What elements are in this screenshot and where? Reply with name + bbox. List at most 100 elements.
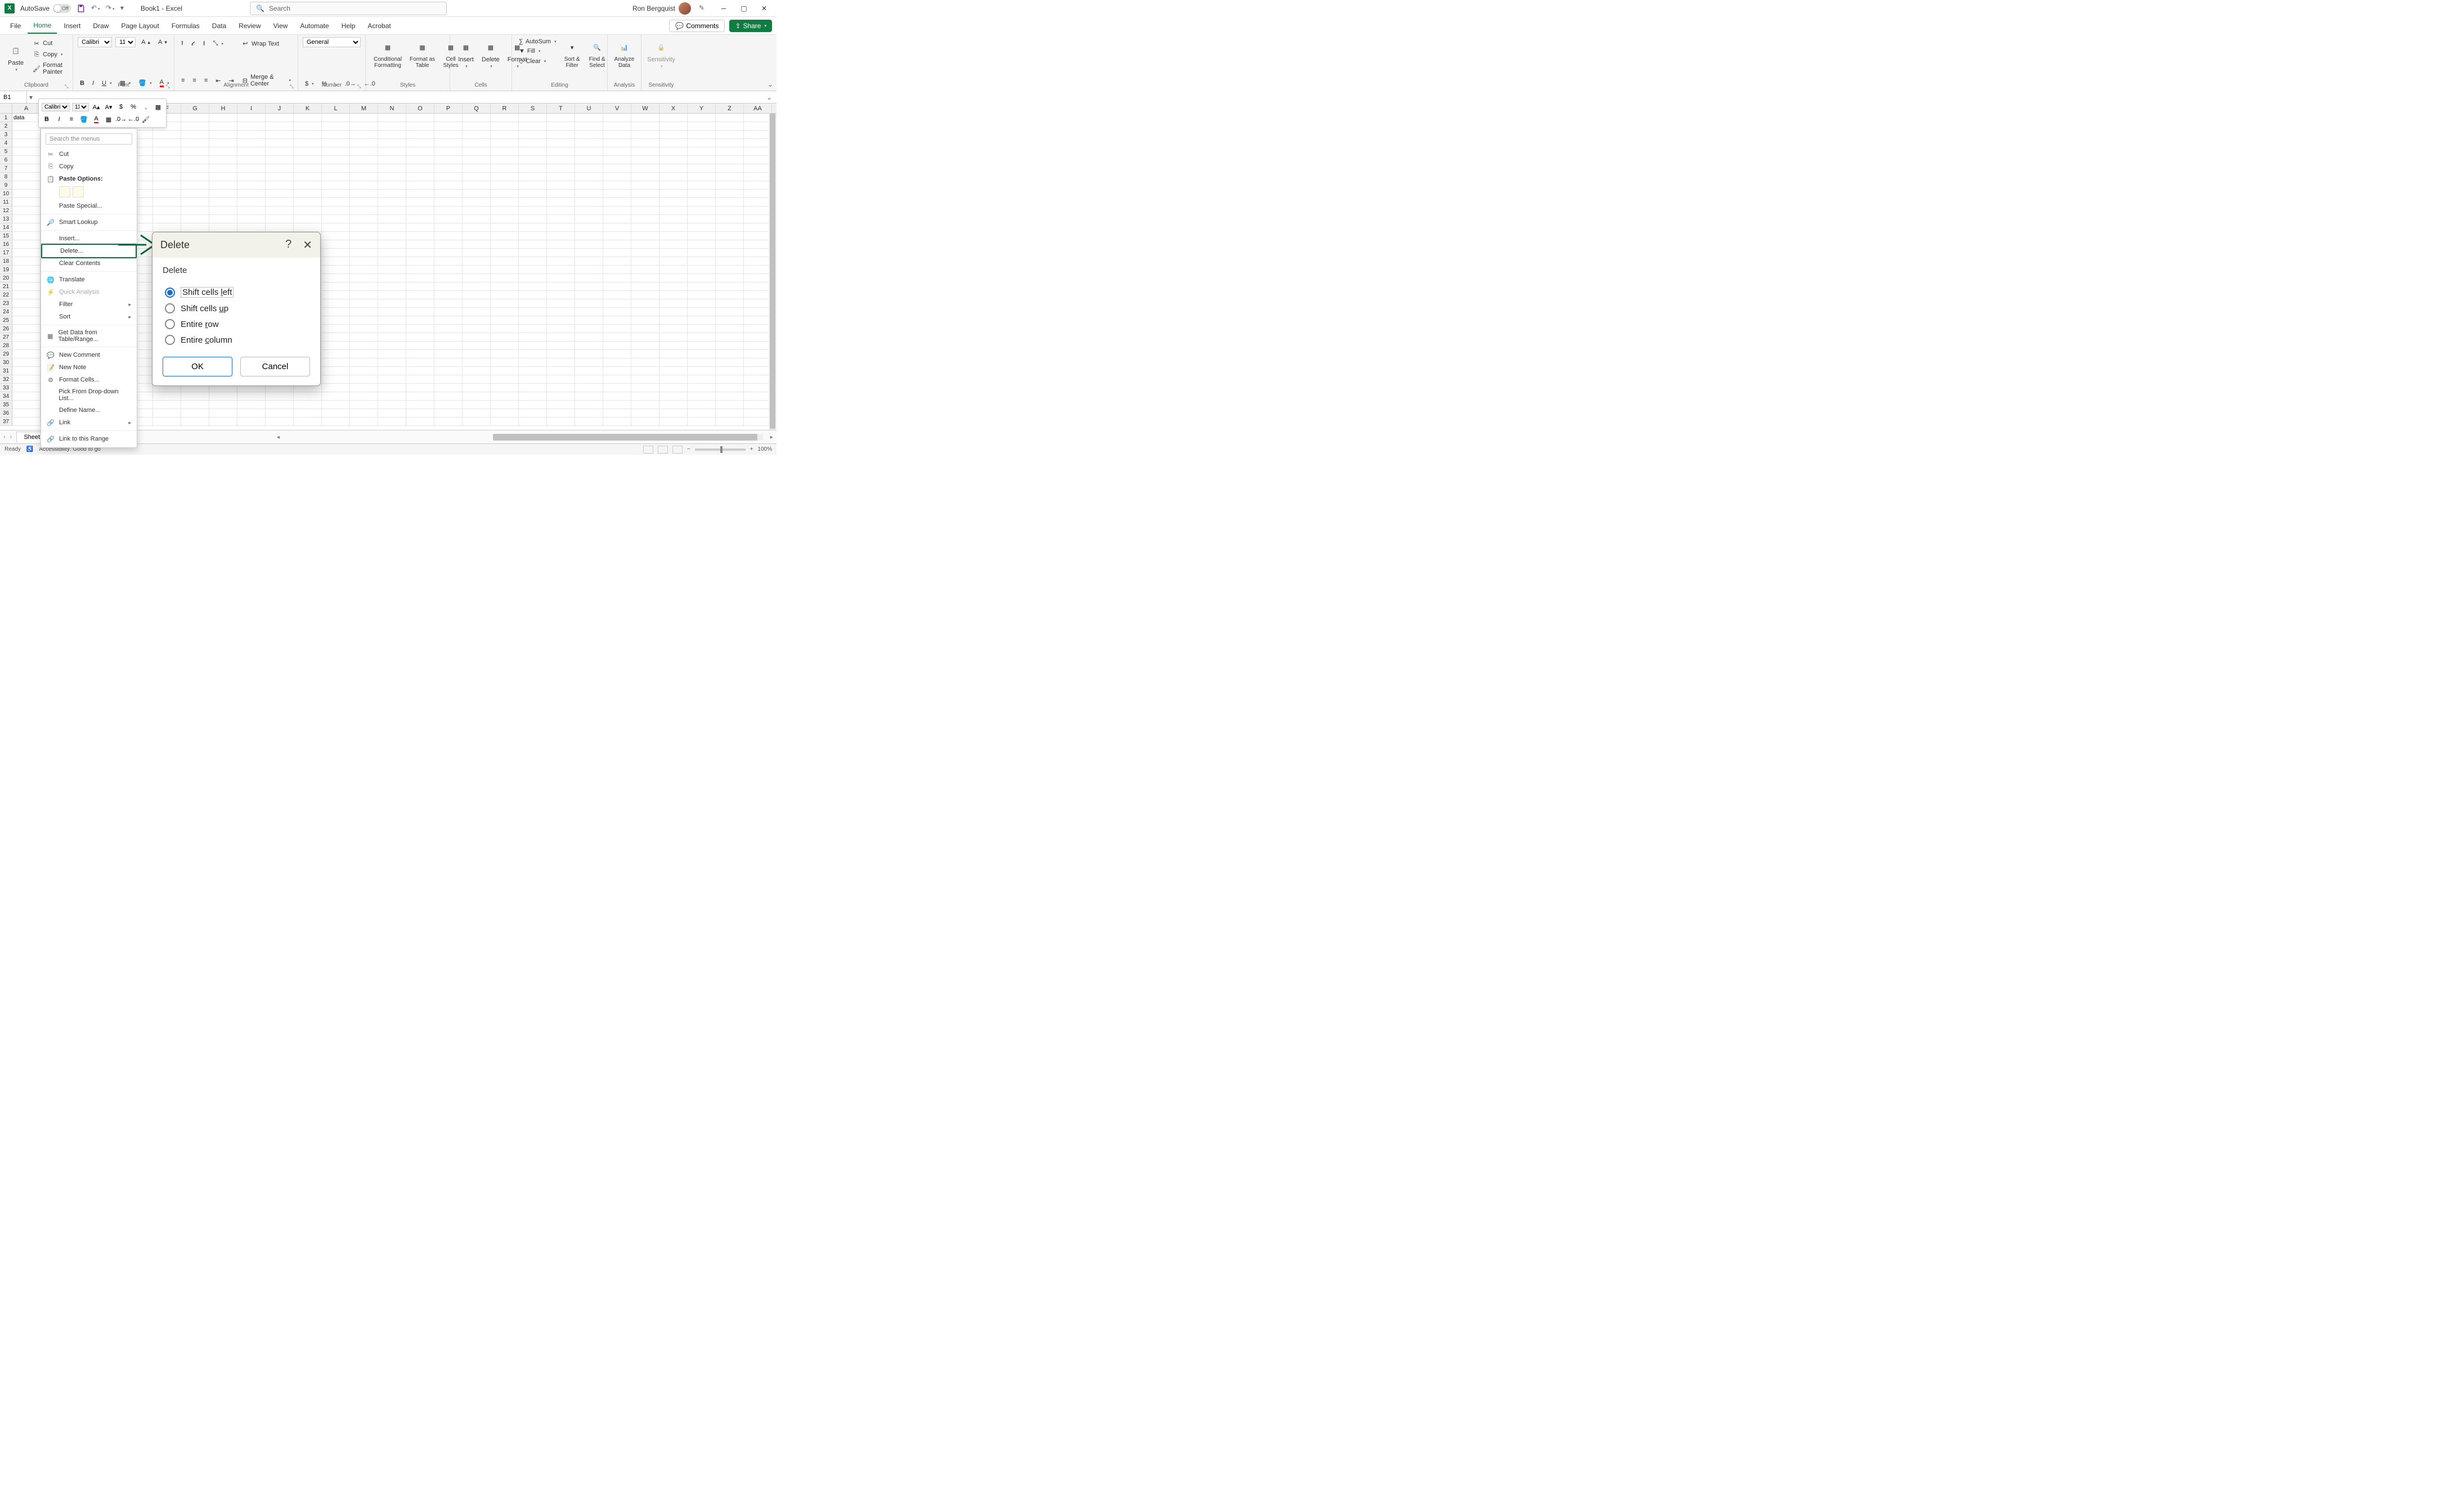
row-header[interactable]: 7 xyxy=(0,164,12,173)
cell[interactable] xyxy=(659,156,688,164)
cell[interactable] xyxy=(603,282,631,291)
ctx-filter[interactable]: Filter▸ xyxy=(41,298,137,311)
cell[interactable] xyxy=(716,156,744,164)
cell[interactable] xyxy=(378,342,406,350)
cell[interactable] xyxy=(237,114,266,122)
cell[interactable] xyxy=(378,316,406,325)
wrap-text-button[interactable]: ↩Wrap Text xyxy=(239,39,281,49)
cell[interactable] xyxy=(603,392,631,401)
cell[interactable] xyxy=(350,367,378,375)
cell[interactable] xyxy=(491,147,519,156)
cell[interactable] xyxy=(406,147,434,156)
cell[interactable] xyxy=(434,164,463,173)
cell[interactable] xyxy=(406,282,434,291)
option-shift-up[interactable]: Shift cells up xyxy=(163,300,310,316)
cell[interactable] xyxy=(688,316,716,325)
cell[interactable] xyxy=(575,384,603,392)
cell[interactable] xyxy=(237,392,266,401)
cell[interactable] xyxy=(716,350,744,358)
cell[interactable] xyxy=(716,274,744,282)
tab-automate[interactable]: Automate xyxy=(294,19,334,33)
cell[interactable] xyxy=(350,164,378,173)
row-header[interactable]: 31 xyxy=(0,367,12,375)
column-header[interactable]: P xyxy=(434,104,463,113)
cell[interactable] xyxy=(322,139,350,147)
cell[interactable] xyxy=(322,257,350,266)
cell[interactable] xyxy=(350,375,378,384)
cell[interactable] xyxy=(294,401,322,409)
cell[interactable] xyxy=(209,401,237,409)
cell[interactable] xyxy=(575,418,603,426)
cell[interactable] xyxy=(378,249,406,257)
cell[interactable] xyxy=(547,122,575,131)
cell[interactable] xyxy=(209,418,237,426)
cell[interactable] xyxy=(688,147,716,156)
cell[interactable] xyxy=(491,358,519,367)
cell[interactable] xyxy=(350,207,378,215)
cell[interactable] xyxy=(519,401,547,409)
cell[interactable] xyxy=(237,147,266,156)
delete-cells-button[interactable]: ▦Delete▾ xyxy=(478,37,503,71)
cell[interactable] xyxy=(406,181,434,190)
cell[interactable] xyxy=(350,342,378,350)
cell[interactable] xyxy=(603,207,631,215)
cell[interactable] xyxy=(631,350,659,358)
cell[interactable] xyxy=(575,122,603,131)
cell[interactable] xyxy=(659,358,688,367)
cell[interactable] xyxy=(153,131,181,139)
cell[interactable] xyxy=(378,131,406,139)
cell[interactable] xyxy=(744,308,772,316)
cell[interactable] xyxy=(631,198,659,207)
cell[interactable] xyxy=(688,409,716,418)
cell[interactable] xyxy=(406,207,434,215)
cell[interactable] xyxy=(378,333,406,342)
ctx-copy[interactable]: ⎘Copy xyxy=(41,160,137,173)
cell[interactable] xyxy=(744,207,772,215)
cell[interactable] xyxy=(519,240,547,249)
cell[interactable] xyxy=(322,232,350,240)
cell[interactable] xyxy=(744,316,772,325)
row-header[interactable]: 3 xyxy=(0,131,12,139)
cell[interactable] xyxy=(744,156,772,164)
mt-format-painter-icon[interactable]: 🖌 xyxy=(141,114,151,124)
insert-cells-button[interactable]: ▦Insert▾ xyxy=(455,37,477,71)
cell[interactable] xyxy=(631,181,659,190)
cell[interactable] xyxy=(406,223,434,232)
cell[interactable] xyxy=(434,333,463,342)
cell[interactable] xyxy=(350,257,378,266)
cell[interactable] xyxy=(716,299,744,308)
tab-acrobat[interactable]: Acrobat xyxy=(362,19,396,33)
cell[interactable] xyxy=(350,291,378,299)
cell[interactable] xyxy=(406,409,434,418)
cell[interactable] xyxy=(266,122,294,131)
cell[interactable] xyxy=(688,223,716,232)
cell[interactable] xyxy=(434,291,463,299)
sort-filter-button[interactable]: ▾Sort & Filter xyxy=(561,37,584,71)
cell[interactable] xyxy=(716,384,744,392)
cell[interactable] xyxy=(294,198,322,207)
cell[interactable] xyxy=(603,173,631,181)
cell[interactable] xyxy=(519,325,547,333)
cell[interactable] xyxy=(716,266,744,274)
cell[interactable] xyxy=(378,266,406,274)
cell[interactable] xyxy=(603,257,631,266)
cell[interactable] xyxy=(659,333,688,342)
cell[interactable] xyxy=(659,384,688,392)
cell[interactable] xyxy=(181,207,209,215)
cell[interactable] xyxy=(322,274,350,282)
row-header[interactable]: 22 xyxy=(0,291,12,299)
cell[interactable] xyxy=(406,257,434,266)
cell[interactable] xyxy=(603,418,631,426)
cell[interactable] xyxy=(434,122,463,131)
cell[interactable] xyxy=(631,367,659,375)
cell[interactable] xyxy=(716,375,744,384)
cell[interactable] xyxy=(575,350,603,358)
paste-option-default-icon[interactable] xyxy=(59,186,70,198)
cell[interactable] xyxy=(322,173,350,181)
cell[interactable] xyxy=(463,232,491,240)
row-header[interactable]: 4 xyxy=(0,139,12,147)
cell[interactable] xyxy=(350,198,378,207)
pen-mode-icon[interactable]: ✎ xyxy=(699,4,708,13)
cell[interactable] xyxy=(631,207,659,215)
cell[interactable] xyxy=(434,384,463,392)
